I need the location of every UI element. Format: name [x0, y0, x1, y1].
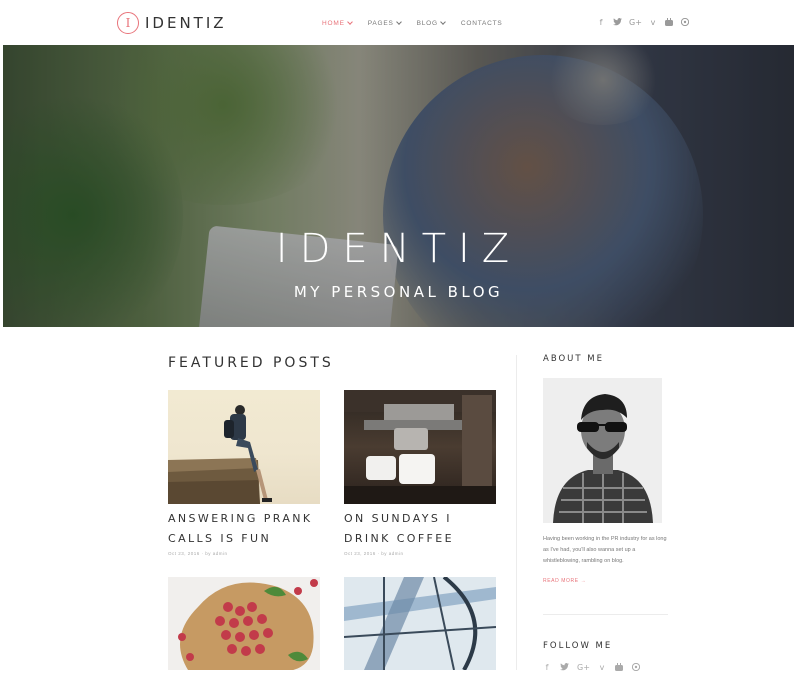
youtube-icon[interactable] [615, 663, 623, 672]
nav-item-label: HOME [322, 20, 345, 27]
post-image-architecture[interactable] [344, 577, 496, 670]
logo-mark: I [117, 12, 139, 34]
google-plus-icon[interactable]: G+ [577, 663, 590, 672]
pinterest-icon[interactable] [631, 662, 641, 672]
nav-item-label: PAGES [367, 20, 394, 27]
chevron-down-icon [395, 19, 402, 25]
header-social-links: f G+ v [597, 17, 690, 27]
featured-posts-title: FEATURED POSTS [168, 355, 334, 371]
twitter-icon[interactable] [613, 18, 622, 27]
post-image-coffee[interactable] [344, 390, 496, 504]
youtube-icon[interactable] [665, 18, 673, 27]
post-title-2[interactable]: ON SUNDAYS I DRINK COFFEE [344, 509, 504, 549]
post-title-1[interactable]: ANSWERING PRANK CALLS IS FUN [168, 509, 328, 549]
hero-title: IDENTIZ [275, 226, 522, 272]
google-plus-icon[interactable]: G+ [629, 18, 642, 27]
chevron-down-icon [346, 19, 353, 25]
post-meta-1: Oct 23, 2016 · by admin [168, 551, 228, 556]
post-image-traveler[interactable] [168, 390, 320, 504]
nav-item-pages[interactable]: PAGES [367, 19, 402, 27]
nav-item-contacts[interactable]: CONTACTS [461, 20, 503, 27]
top-header: I IDENTIZ HOME PAGES BLOG CONTACTS f G+ … [0, 0, 800, 46]
twitter-icon[interactable] [560, 663, 569, 672]
facebook-icon[interactable]: f [597, 18, 605, 27]
sidebar-social-links: f G+ v [543, 662, 641, 672]
vimeo-icon[interactable]: v [649, 18, 657, 27]
vimeo-icon[interactable]: v [598, 663, 606, 672]
post-image-raspberries[interactable] [168, 577, 320, 670]
nav-item-blog[interactable]: BLOG [416, 19, 446, 27]
logo-text: IDENTIZ [145, 14, 227, 32]
hero-banner: IDENTIZ MY PERSONAL BLOG [3, 45, 794, 327]
read-more-link[interactable]: READ MORE → [543, 578, 586, 584]
site-logo[interactable]: I IDENTIZ [117, 12, 227, 34]
about-photo [543, 378, 662, 523]
nav-item-home[interactable]: HOME [322, 19, 353, 27]
nav-item-label: CONTACTS [460, 20, 503, 27]
chevron-down-icon [440, 19, 446, 25]
column-divider [516, 355, 517, 670]
nav-item-label: BLOG [416, 20, 438, 27]
post-meta-2: Oct 23, 2016 · by admin [344, 551, 404, 556]
logo-mark-letter: I [125, 16, 131, 30]
about-me-title: ABOUT ME [543, 354, 605, 364]
main-nav: HOME PAGES BLOG CONTACTS [322, 19, 503, 27]
hero-subtitle: MY PERSONAL BLOG [293, 283, 504, 301]
follow-me-title: FOLLOW ME [543, 641, 613, 651]
about-text: Having been working in the PR industry f… [543, 536, 667, 564]
facebook-icon[interactable]: f [543, 663, 551, 672]
pinterest-icon[interactable] [680, 17, 690, 27]
sidebar-divider [543, 614, 668, 615]
